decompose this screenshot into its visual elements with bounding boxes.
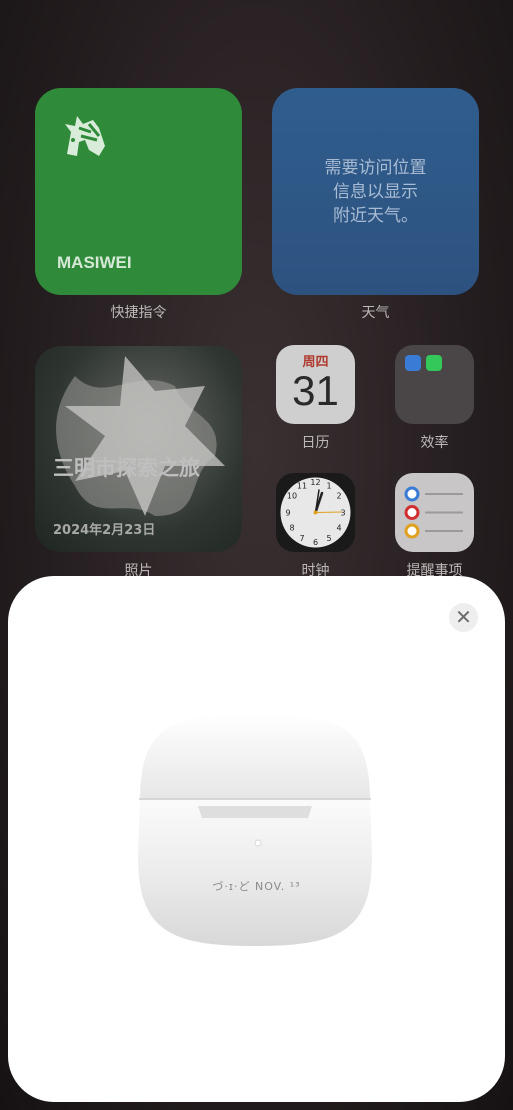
case-engraving: づ·ɪ·ど NOV. ¹³ [212,880,301,893]
reminders-list-icon [404,486,463,539]
svg-text:1: 1 [326,482,331,491]
svg-text:4: 4 [336,524,341,533]
weather-label: 天气 [361,305,390,321]
photos-widget[interactable]: 三明市探索之旅 2024年2月23日 [35,346,242,552]
svg-text:2: 2 [336,492,341,501]
mail-icon [405,355,421,371]
svg-text:8: 8 [289,524,294,533]
facetime-icon [426,355,442,371]
weather-message: 需要访问位置 信息以显示 附近天气。 [272,156,479,228]
reminders-app-icon[interactable] [395,473,474,552]
photo-date: 2024年2月23日 [53,523,156,538]
calendar-date: 31 [292,367,339,414]
svg-text:9: 9 [285,509,290,518]
efficiency-folder-icon[interactable] [395,345,474,424]
shortcuts-label: 快捷指令 [110,305,167,321]
close-icon[interactable]: ✕ [449,603,478,632]
horse-icon [65,116,105,156]
svg-text:5: 5 [326,534,331,543]
photo-title: 三明市探索之旅 [53,456,200,480]
svg-text:3: 3 [340,509,345,518]
svg-text:10: 10 [287,492,297,501]
efficiency-label: 效率 [420,435,449,451]
weather-widget[interactable]: 需要访问位置 信息以显示 附近天气。 [272,88,479,295]
weather-message-line: 需要访问位置 [324,158,427,178]
svg-text:6: 6 [313,538,318,547]
calendar-label: 日历 [301,435,330,451]
clock-face-icon: 12 12 345 678 91011 [280,477,351,548]
weather-message-line: 信息以显示 [333,182,418,202]
svg-text:11: 11 [297,482,307,491]
airpods-case-image [138,714,372,946]
svg-text:7: 7 [299,534,304,543]
svg-text:12: 12 [310,478,320,487]
calendar-app-icon[interactable]: 周四 31 [276,345,355,424]
shortcuts-widget[interactable]: MASIWEI [35,88,242,295]
clock-app-icon[interactable]: 12 1 2 345 678 9 10 11 [276,473,355,552]
airpods-sheet: ✕ づ·ɪ·ど NOV. ¹³ [8,576,505,1102]
shortcut-title: MASIWEI [57,253,132,272]
weather-message-line: 附近天气。 [333,206,418,226]
